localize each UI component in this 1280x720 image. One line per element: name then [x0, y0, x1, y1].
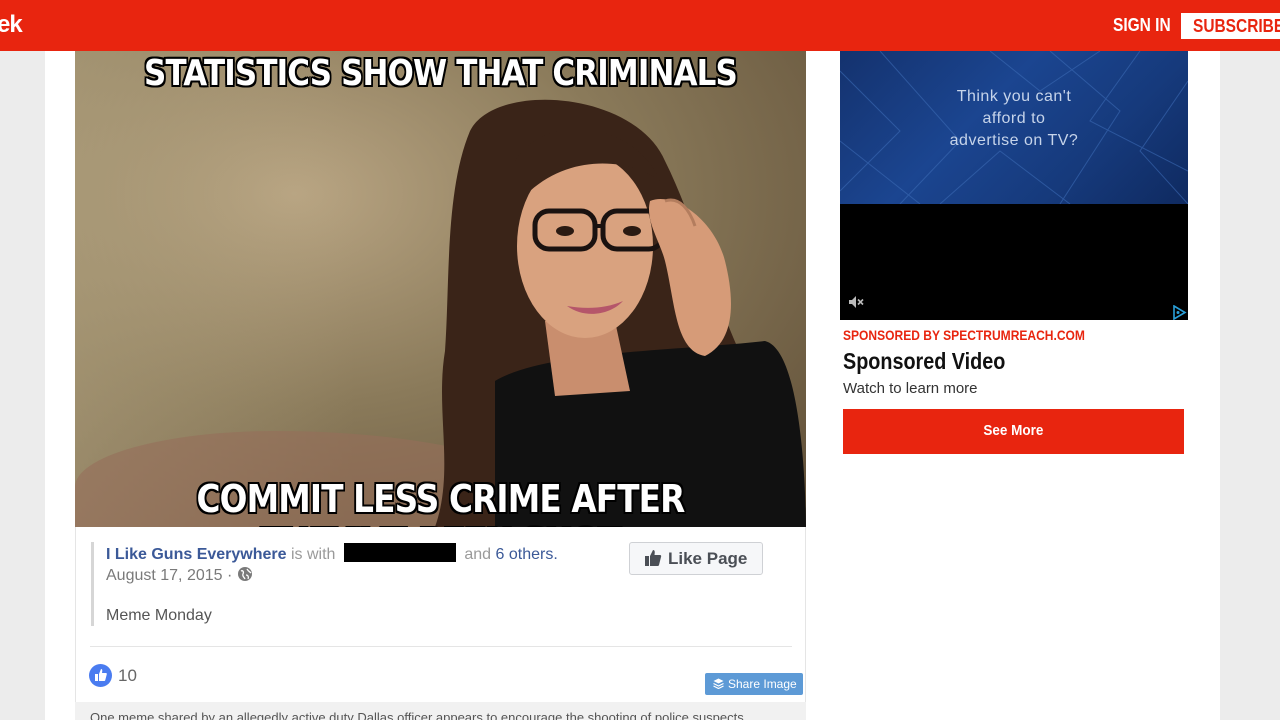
post-date-line: August 17, 2015 ·: [106, 566, 253, 585]
post-divider: [90, 646, 792, 647]
meme-figure: [435, 99, 806, 527]
sponsor-description: Watch to learn more: [843, 380, 978, 397]
ad-banner: Think you can't afford to advertise on T…: [840, 51, 1188, 204]
ad-banner-line: advertise on TV?: [949, 132, 1079, 149]
site-header: ek SIGN IN SUBSCRIBE: [0, 0, 1280, 51]
meme-bottom-text: COMMIT LESS CRIME AFTER THEY'VE BEEN SHO…: [196, 477, 686, 527]
like-page-label: Like Page: [668, 549, 748, 568]
post-is-with: is with: [290, 546, 336, 563]
globe-icon: [237, 567, 252, 581]
reaction-count: 10: [118, 666, 137, 685]
subscribe-label: SUBSCRIBE: [1193, 16, 1280, 36]
ad-video-player[interactable]: Think you can't afford to advertise on T…: [840, 51, 1188, 320]
meme-top-text: STATISTICS SHOW THAT CRIMINALS: [144, 53, 738, 94]
image-caption: One meme shared by an allegedly active d…: [90, 710, 748, 720]
ad-banner-text: Think you can't afford to advertise on T…: [840, 86, 1188, 152]
quote-bar: [91, 542, 94, 626]
post-page-name[interactable]: I Like Guns Everywhere: [106, 546, 287, 563]
post-text: Meme Monday: [106, 607, 212, 624]
post-others-link[interactable]: 6 others.: [496, 546, 558, 563]
meme-image: STATISTICS SHOW THAT CRIMINALS COMMIT LE…: [75, 51, 806, 527]
site-logo[interactable]: ek: [0, 11, 23, 39]
sponsor-title[interactable]: Sponsored Video: [843, 348, 1005, 375]
post-meta: I Like Guns Everywhere is with and 6 oth…: [106, 543, 558, 564]
share-image-button[interactable]: Share Image: [705, 673, 803, 695]
layers-icon: [713, 678, 724, 689]
post-date[interactable]: August 17, 2015 ·: [106, 567, 232, 584]
like-page-button[interactable]: Like Page: [629, 542, 763, 575]
thumbs-up-icon: [645, 550, 662, 566]
adchoices-icon[interactable]: [1172, 305, 1187, 320]
share-image-label: Share Image: [728, 677, 797, 691]
see-more-button[interactable]: See More: [843, 409, 1184, 454]
like-reaction-icon[interactable]: [89, 664, 112, 687]
ad-banner-line: Think you can't: [956, 88, 1072, 105]
subscribe-button[interactable]: SUBSCRIBE: [1181, 13, 1280, 39]
sponsor-label[interactable]: SPONSORED BY SPECTRUMREACH.COM: [843, 327, 1085, 343]
redacted-name: [343, 543, 456, 562]
mute-icon[interactable]: [848, 295, 864, 309]
see-more-label: See More: [983, 422, 1044, 439]
sign-in-link[interactable]: SIGN IN: [1113, 15, 1171, 36]
post-and: and: [464, 546, 492, 563]
ad-banner-line: afford to: [982, 110, 1046, 127]
